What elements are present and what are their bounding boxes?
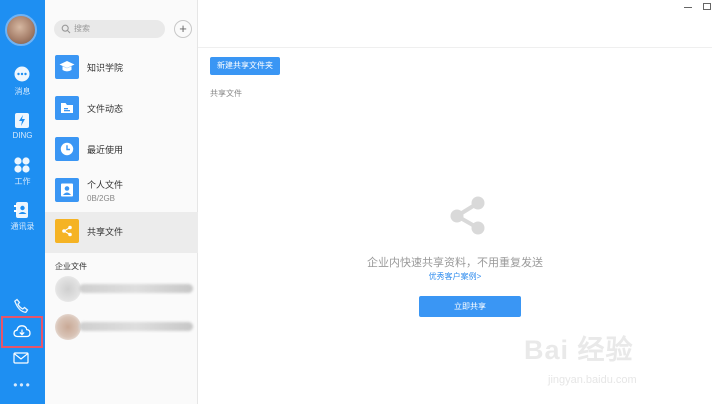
add-button[interactable]: + <box>174 20 192 38</box>
rail-item-messages[interactable]: 消息 <box>0 62 45 102</box>
customer-cases-link[interactable]: 优秀客户案例> <box>198 271 712 282</box>
rail-item-work[interactable]: 工作 <box>0 152 45 192</box>
knowledge-tile <box>55 55 79 79</box>
active-item-highlight <box>1 316 43 348</box>
more-menu-button[interactable]: ••• <box>0 378 45 392</box>
baidu-watermark: Bai 经验 jingyan.baidu.com <box>524 328 700 396</box>
minimize-button[interactable] <box>684 7 692 8</box>
org-name-blurred <box>79 284 193 293</box>
org-name-blurred <box>79 322 193 331</box>
org-avatar-blurred <box>55 276 81 302</box>
ding-icon <box>15 113 29 128</box>
empty-state-text: 企业内快速共享资料，不用重复发送 <box>367 257 543 269</box>
recent-tile <box>55 137 79 161</box>
watermark-logo: Bai 经验 <box>524 335 634 365</box>
nav-label-file-activity: 文件动态 <box>87 104 124 114</box>
org-files-section-title: 企业文件 <box>55 262 87 271</box>
mail-icon <box>13 352 29 364</box>
chat-bubble-icon <box>14 66 30 82</box>
org-avatar-blurred <box>55 314 81 340</box>
nav-label-knowledge: 知识学院 <box>87 63 124 73</box>
nav-label-recent: 最近使用 <box>87 145 124 155</box>
user-avatar[interactable] <box>5 14 37 46</box>
nav-item-shared-files[interactable]: 共享文件 <box>45 212 198 253</box>
header-divider <box>198 47 712 48</box>
breadcrumb: 共享文件 <box>210 89 242 98</box>
storage-usage: 0B/2GB <box>87 194 116 203</box>
org-file-row[interactable] <box>55 312 195 342</box>
rail-label-messages: 消息 <box>14 87 31 96</box>
share-now-button[interactable]: 立即共享 <box>419 296 521 317</box>
new-shared-folder-button[interactable]: 新建共享文件夹 <box>210 57 280 75</box>
rail-item-contacts[interactable]: 通讯录 <box>0 197 45 237</box>
file-activity-tile <box>55 96 79 120</box>
file-nav-panel: 搜索 + 知识学院 文件动态 最近使用 个人文件 0B/2GB 共享文件 企业文… <box>45 0 198 404</box>
personal-files-tile <box>55 178 79 202</box>
org-file-row[interactable] <box>55 274 195 304</box>
rail-label-work: 工作 <box>14 177 31 186</box>
search-input[interactable]: 搜索 <box>54 20 165 38</box>
user-icon <box>61 183 73 197</box>
graduation-cap-icon <box>59 61 75 72</box>
share-illustration-icon <box>450 196 485 235</box>
watermark-url: jingyan.baidu.com <box>548 374 637 386</box>
phone-icon <box>14 298 29 313</box>
rail-label-contacts: 通讯录 <box>10 222 35 231</box>
nav-label-personal-files: 个人文件 <box>87 180 124 190</box>
contacts-book-icon <box>14 202 28 218</box>
nav-item-personal-files[interactable]: 个人文件 0B/2GB <box>45 171 198 212</box>
left-rail: 消息 DING 工作 通讯录 ••• <box>0 0 45 404</box>
search-placeholder: 搜索 <box>74 24 90 33</box>
folder-icon <box>61 103 73 113</box>
share-icon <box>62 225 72 237</box>
nav-label-shared-files: 共享文件 <box>87 227 124 237</box>
rail-mail-button[interactable] <box>0 345 45 373</box>
rail-item-ding[interactable]: DING <box>0 107 45 147</box>
apps-grid-icon <box>14 157 30 173</box>
nav-item-file-activity[interactable]: 文件动态 <box>45 89 198 130</box>
maximize-button[interactable] <box>703 3 711 10</box>
rail-label-ding: DING <box>12 131 33 140</box>
nav-item-recent[interactable]: 最近使用 <box>45 130 198 171</box>
nav-item-knowledge[interactable]: 知识学院 <box>45 48 198 89</box>
clock-icon <box>60 142 74 156</box>
search-icon <box>61 24 71 34</box>
shared-files-tile <box>55 219 79 243</box>
